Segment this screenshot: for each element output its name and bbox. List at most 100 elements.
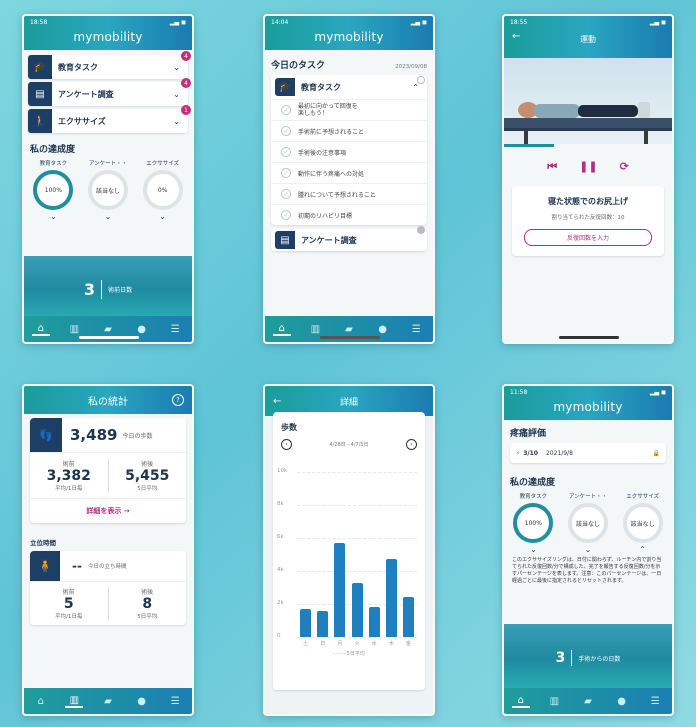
progress-rings: 教育タスク 100% ⌄ アンケート・・ 該当なし ⌄ エクササイズ 0% ⌄ [24,159,192,221]
x-tick-label: 木 [388,641,394,647]
header: 14:04 ▂▄ ◼ mymobility [265,16,433,50]
lock-icon: 🔒 [652,449,660,457]
survey-section[interactable]: ▤ アンケート調査 [271,226,427,251]
repeat-icon[interactable]: ⟳ [620,160,629,174]
count-badge: 1 [181,105,191,115]
bar-水[interactable] [368,607,380,637]
chevron-up-icon: ⌃ [639,545,646,554]
ring-survey[interactable]: アンケート・・ 該当なし ⌄ [82,159,134,221]
app-logo: mymobility [553,400,623,414]
days-number: 3 [84,279,103,299]
footprints-icon: 👣 [30,418,62,452]
home-icon[interactable]: ⌂ [32,696,50,707]
check-circle-icon: ✓ [281,189,291,199]
ring-note: このエクササイズリングは、日付に関わらず、ルーチン内で割り当てられた反復回数/分… [512,557,662,584]
progress-rings: 教育タスク 100% ⌄ アンケート・・ 該当なし ⌄ エクササイズ 該当なし ⌃ [504,492,672,554]
days-panel: 3 術前日数 [24,256,192,322]
page-title: 運動 [580,35,596,44]
accordion-exercise[interactable]: 🚶 エクササイズ ⌄ 1 [28,105,191,133]
ring-education[interactable]: 教育タスク 100% ⌄ [507,492,559,554]
settings-icon[interactable]: ☰ [166,324,184,335]
ring-exercise[interactable]: エクササイズ 0% ⌄ [137,159,189,221]
home-screen: 18:58 ▂▄ ◼ mymobility 🎓 教育タスク ⌄ 4 ▤ アンケート調査 ⌄ 4… [22,14,194,344]
home-icon[interactable]: ⌂ [511,695,530,708]
mortarboard-icon[interactable]: ▰ [340,324,358,335]
header: 11:58 ▂▄ ◼ mymobility [504,386,672,420]
mortarboard-icon[interactable]: ▰ [579,696,597,707]
task-item[interactable]: ✓ 最初に向かって回復を楽しもう！ [271,99,427,120]
ring-education[interactable]: 教育タスク 100% ⌄ [27,159,79,221]
enter-reps-button[interactable]: 反復回数を入力 [524,229,652,246]
bar-火[interactable] [351,582,363,637]
chat-icon[interactable]: ● [374,324,392,335]
bottom-nav: ⌂ ▥ ▰ ● ☰ [504,688,672,714]
grid-line [297,472,417,473]
settings-icon[interactable]: ☰ [646,696,664,707]
bar-日[interactable] [317,610,329,637]
status-time: 18:58 [30,18,48,26]
mortarboard-icon[interactable]: ▰ [99,324,117,335]
x-tick-label: 水 [371,641,377,647]
show-details-link[interactable]: 詳細を表示 → [30,498,186,523]
settings-icon[interactable]: ☰ [166,696,184,707]
x-axis-label: - - - - 5日平均 [333,651,365,657]
stats-icon[interactable]: ▥ [65,695,84,708]
section-header[interactable]: 🎓 教育タスク ⌃ [271,75,427,99]
stats-screen: 私の統計 ? 👣 3,489 今日の歩数 術前 3,382 平均/1日毎 術後 … [22,384,194,716]
y-tick-label: 0 [277,633,281,639]
chevron-down-icon: ⌄ [173,62,180,72]
previous-range-icon[interactable]: ‹ [281,439,292,450]
days-number: 3 [556,650,573,666]
task-item[interactable]: ✓ 手術後の注意事項 [271,141,427,162]
bar-月[interactable] [334,542,346,637]
chat-icon[interactable]: ● [133,696,151,707]
status-time: 14:04 [271,18,289,26]
progress-title: 私の達成度 [510,478,556,488]
accordion-survey[interactable]: ▤ アンケート調査 ⌄ 4 [28,78,191,106]
standing-person-icon: 🧍 [30,551,60,581]
status-dot-icon [417,76,425,84]
task-item[interactable]: ✓ 腫れについて予想されること [271,183,427,204]
settings-icon[interactable]: ☰ [407,324,425,335]
days-label: 手術からの日数 [578,655,621,663]
grid-line [297,505,417,506]
bar-土[interactable] [300,608,312,637]
back-arrow-icon[interactable]: ← [273,396,281,407]
bar-木[interactable] [385,559,397,637]
bar-金[interactable] [402,597,414,637]
chevron-down-icon: ⌄ [173,116,180,126]
exercise-video[interactable] [504,58,672,147]
chat-icon[interactable]: ● [613,696,631,707]
next-range-icon[interactable]: › [406,439,417,450]
steps-card: 👣 3,489 今日の歩数 術前 3,382 平均/1日毎 術後 5,455 5… [30,418,186,523]
stats-icon[interactable]: ▥ [545,696,563,707]
task-item[interactable]: ✓ 動作に伴う疼痛への対処 [271,162,427,183]
header: 私の統計 ? [24,386,192,414]
walking-icon: 🚶 [28,109,52,133]
home-icon[interactable]: ⌂ [31,323,50,336]
back-arrow-icon[interactable]: ← [512,31,520,42]
previous-icon[interactable]: ⏮ [547,160,557,174]
home-indicator [79,336,139,339]
days-panel: 3 手術からの日数 [504,624,672,692]
chevron-down-icon: ⌄ [173,89,180,99]
pain-screen: 11:58 ▂▄ ◼ mymobility 疼痛評価 ⚡ 3/10 2021/9/… [502,384,674,716]
stats-icon[interactable]: ▥ [306,324,324,335]
help-icon[interactable]: ? [172,394,184,406]
pain-score-row[interactable]: ⚡ 3/10 2021/9/8 🔒 [510,443,666,463]
home-icon[interactable]: ⌂ [272,323,291,336]
video-progress[interactable] [504,144,554,147]
home-indicator [320,336,380,339]
task-item[interactable]: ✓ 初期のリハビリ目標 [271,204,427,225]
date-label: 2023/09/08 [395,64,427,70]
pause-icon[interactable]: ❚❚ [579,160,597,174]
mortarboard-icon[interactable]: ▰ [99,696,117,707]
ring-exercise[interactable]: エクササイズ 該当なし ⌃ [617,492,669,554]
accordion-education[interactable]: 🎓 教育タスク ⌄ 4 [28,51,191,79]
page-title: 私の統計 [88,396,128,408]
mortarboard-icon: 🎓 [28,55,52,79]
task-item[interactable]: ✓ 手術前に予想されること [271,120,427,141]
chat-icon[interactable]: ● [133,324,151,335]
stats-icon[interactable]: ▥ [65,324,83,335]
ring-survey[interactable]: アンケート・・ 該当なし ⌄ [562,492,614,554]
